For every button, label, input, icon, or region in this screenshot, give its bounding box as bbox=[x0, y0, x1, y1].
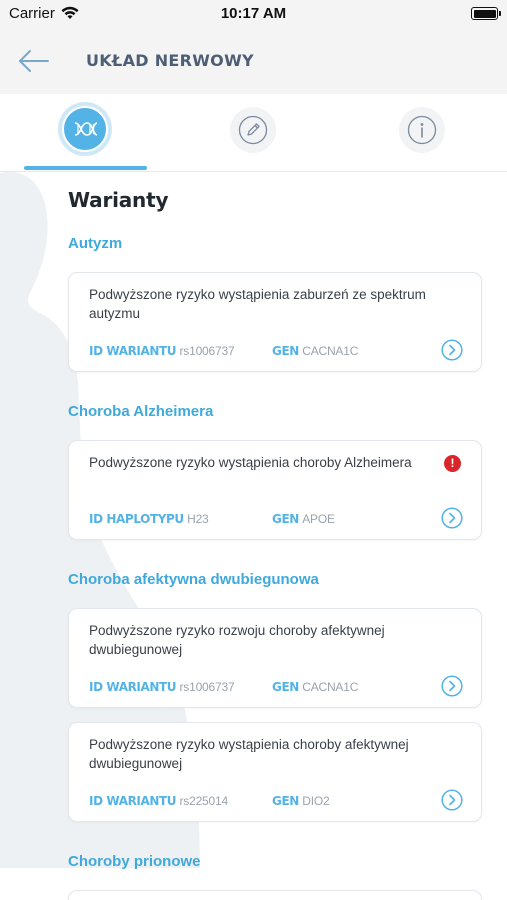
clock: 10:17 AM bbox=[220, 5, 287, 22]
id-label: ID WARIANTU bbox=[89, 680, 177, 694]
id-label: ID WARIANTU bbox=[89, 794, 177, 808]
variant-description: Podwyższone ryzyko wystąpienia choroby a… bbox=[89, 737, 409, 771]
section-heading: Warianty bbox=[68, 188, 169, 212]
gen-value: CACNA1C bbox=[302, 344, 359, 358]
group-title: Autyzm bbox=[68, 235, 123, 252]
battery-icon bbox=[471, 7, 501, 20]
variant-gene: GEN CACNA1C bbox=[272, 344, 358, 358]
variant-card[interactable]: Podwyższone ryzyko wystąpienia choroby a… bbox=[68, 722, 482, 822]
tab-notes[interactable] bbox=[230, 107, 276, 153]
gen-value: CACNA1C bbox=[302, 680, 359, 694]
id-label: ID HAPLOTYPU bbox=[89, 512, 184, 526]
variant-card[interactable]: Podwyższone ryzyko wystąpienia choroby A… bbox=[68, 440, 482, 540]
chevron-right-icon[interactable] bbox=[441, 789, 463, 811]
variant-id: ID WARIANTU rs225014 bbox=[89, 794, 228, 808]
status-bar: Carrier 10:17 AM bbox=[0, 0, 507, 30]
tab-variants-badge bbox=[62, 106, 108, 152]
gen-label: GEN bbox=[272, 680, 299, 694]
back-arrow-icon[interactable] bbox=[17, 44, 51, 78]
variant-id: ID WARIANTU rs1006737 bbox=[89, 344, 235, 358]
gen-label: GEN bbox=[272, 794, 299, 808]
group-title: Choroby prionowe bbox=[68, 853, 201, 870]
variant-gene: GEN APOE bbox=[272, 512, 335, 526]
variant-description: Podwyższone ryzyko rozwoju choroby afekt… bbox=[89, 623, 385, 657]
tab-variants[interactable] bbox=[58, 102, 112, 156]
group-title: Choroba Alzheimera bbox=[68, 403, 214, 420]
variant-card[interactable]: Podwyższone ryzyko wystąpienia zaburzeń … bbox=[68, 272, 482, 372]
id-value: rs1006737 bbox=[179, 680, 235, 694]
info-icon bbox=[407, 115, 437, 145]
tab-bar bbox=[0, 94, 507, 172]
variant-gene: GEN DIO2 bbox=[272, 794, 330, 808]
dna-icon bbox=[74, 122, 98, 136]
pencil-icon bbox=[238, 115, 268, 145]
gen-value: DIO2 bbox=[302, 794, 330, 808]
variant-description: Podwyższone ryzyko wystąpienia zaburzeń … bbox=[89, 287, 426, 321]
id-value: rs1006737 bbox=[179, 344, 235, 358]
page-title: UKŁAD NERWOWY bbox=[86, 51, 254, 70]
gen-label: GEN bbox=[272, 512, 299, 526]
gen-label: GEN bbox=[272, 344, 299, 358]
nav-bar: UKŁAD NERWOWY bbox=[0, 30, 507, 94]
chevron-right-icon[interactable] bbox=[441, 339, 463, 361]
variant-card-partial[interactable] bbox=[68, 890, 482, 900]
variant-description: Podwyższone ryzyko wystąpienia choroby A… bbox=[89, 455, 412, 470]
id-value: rs225014 bbox=[179, 794, 229, 808]
chevron-right-icon[interactable] bbox=[441, 675, 463, 697]
gen-value: APOE bbox=[302, 512, 335, 526]
alert-icon: ! bbox=[444, 455, 461, 472]
variant-id: ID WARIANTU rs1006737 bbox=[89, 680, 235, 694]
id-value: H23 bbox=[187, 512, 209, 526]
tab-info[interactable] bbox=[399, 107, 445, 153]
id-label: ID WARIANTU bbox=[89, 344, 177, 358]
chevron-right-icon[interactable] bbox=[441, 507, 463, 529]
variant-id: ID HAPLOTYPU H23 bbox=[89, 512, 209, 526]
variant-card[interactable]: Podwyższone ryzyko rozwoju choroby afekt… bbox=[68, 608, 482, 708]
group-title: Choroba afektywna dwubiegunowa bbox=[68, 571, 319, 588]
variant-gene: GEN CACNA1C bbox=[272, 680, 358, 694]
